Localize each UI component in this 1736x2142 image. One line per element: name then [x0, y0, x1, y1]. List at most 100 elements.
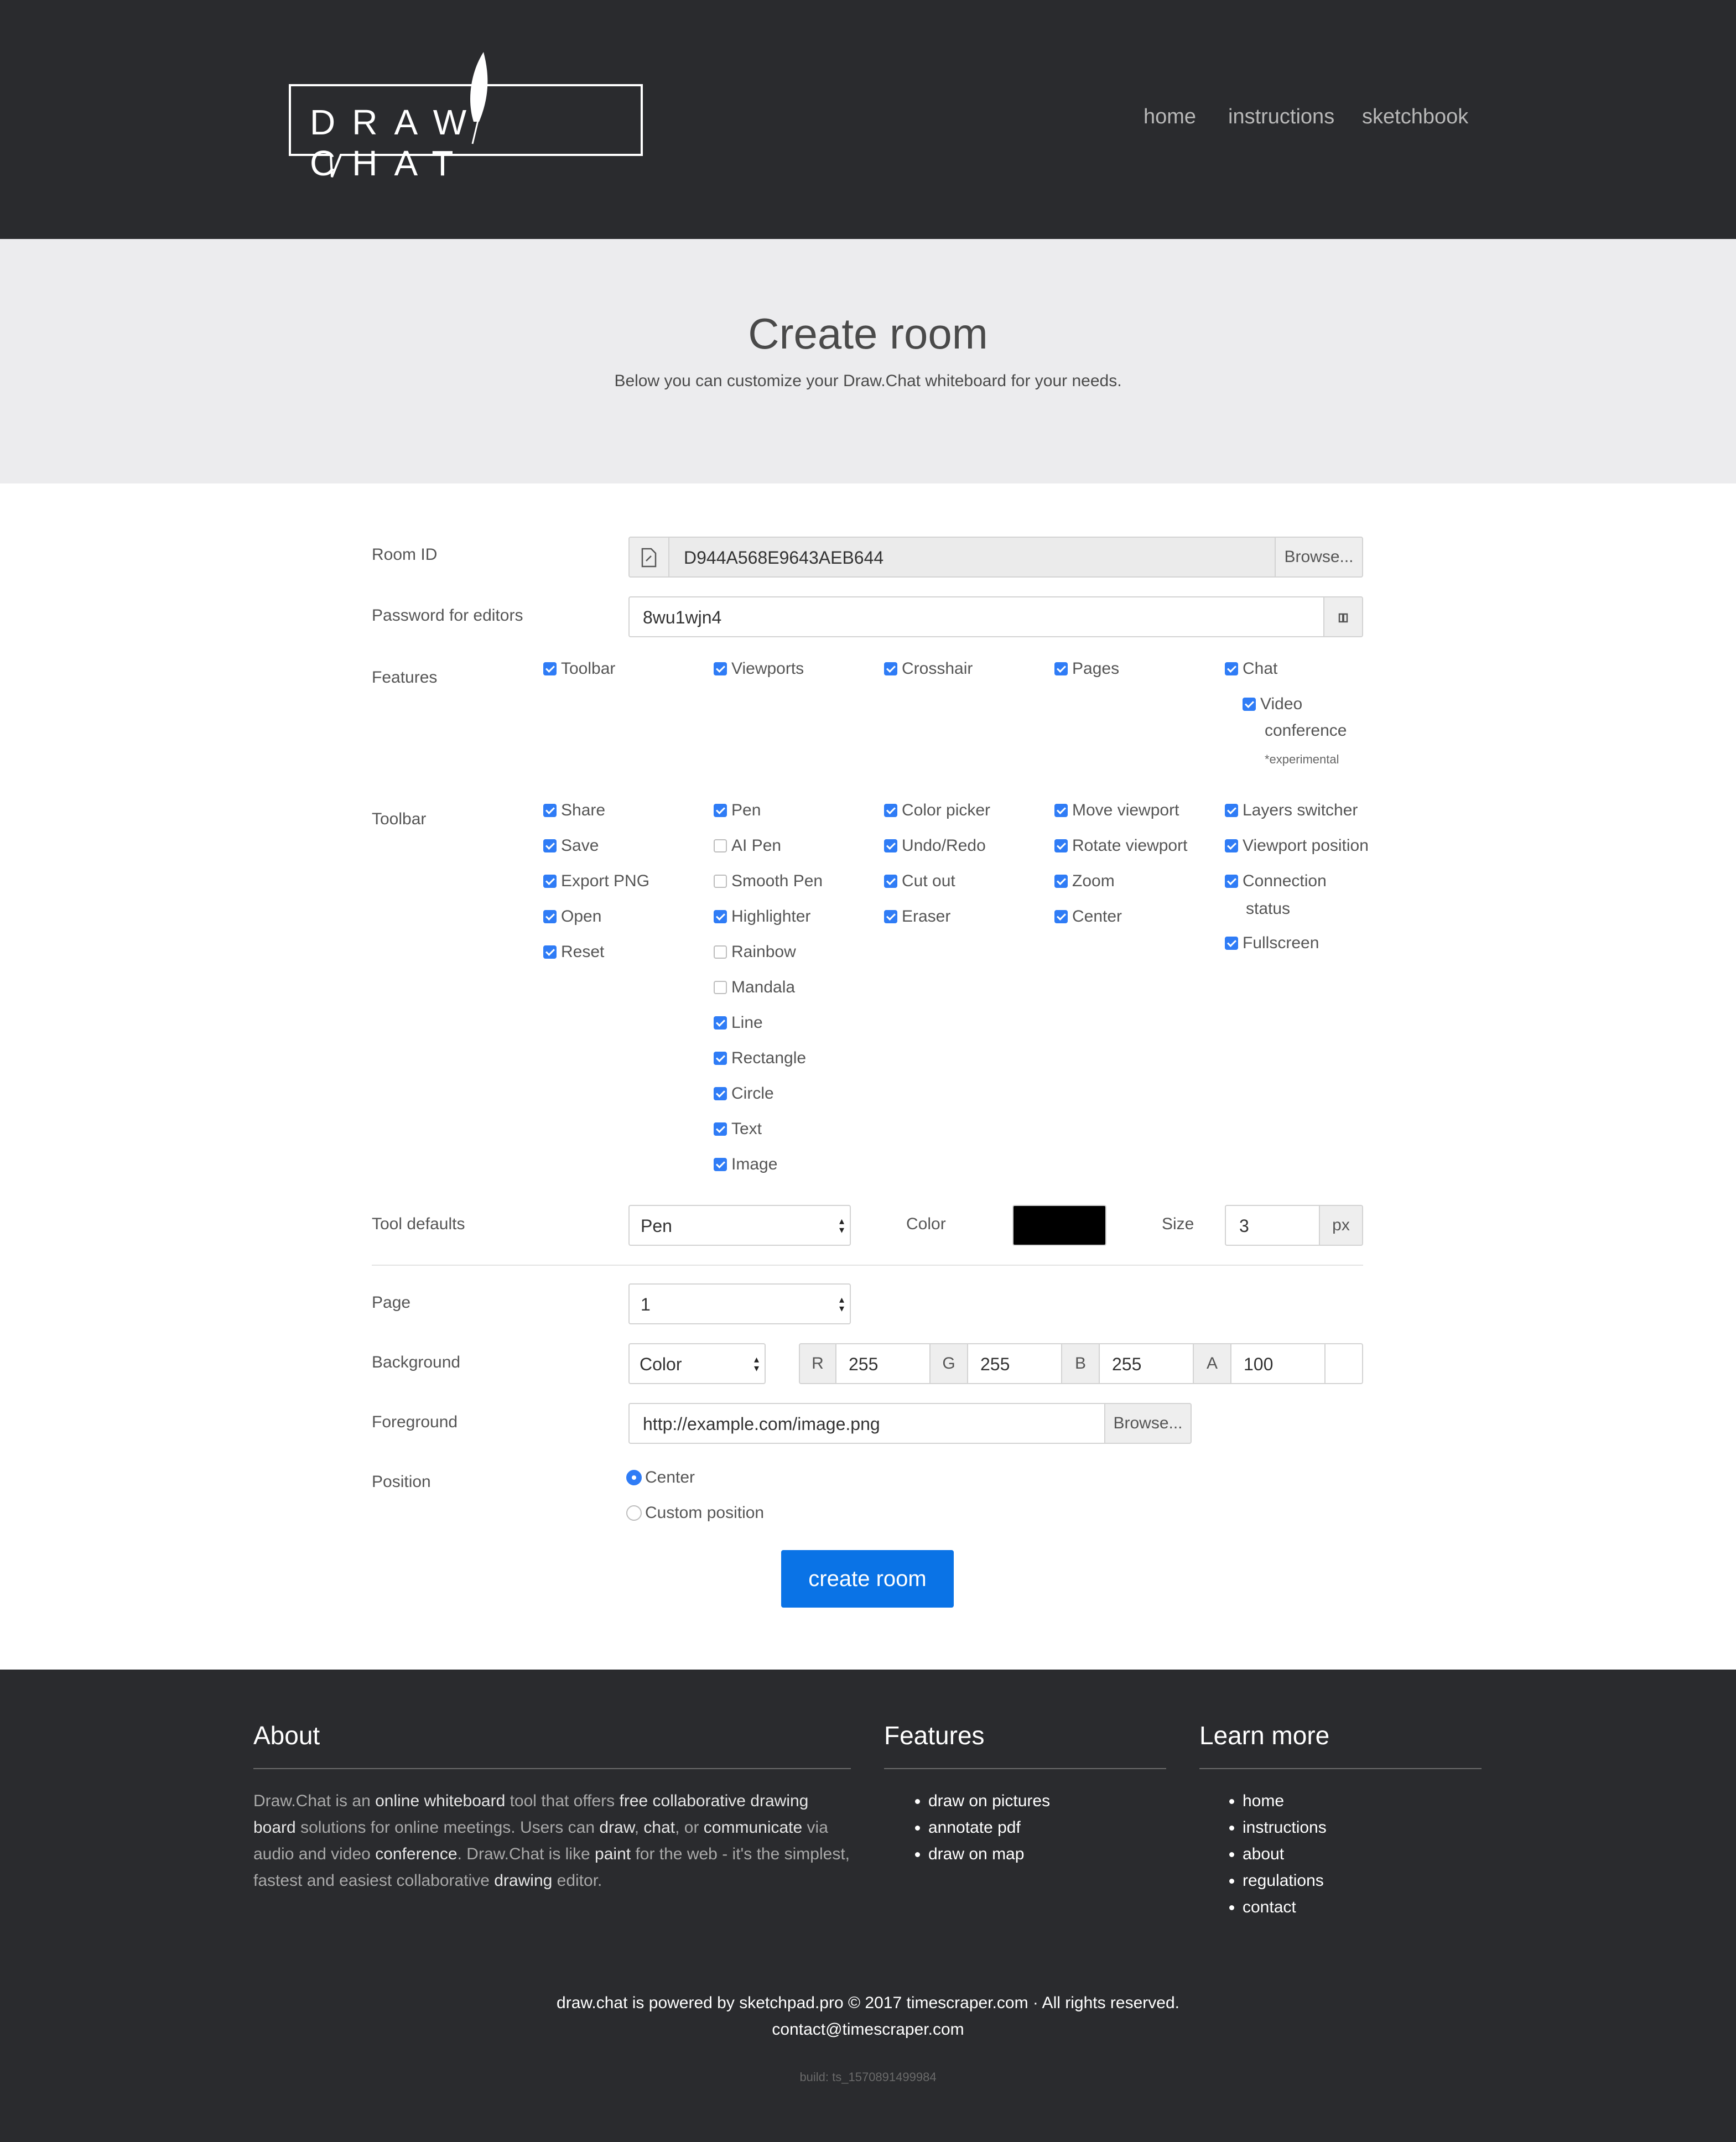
checkbox-checked-icon[interactable]	[714, 804, 727, 817]
background-b-input[interactable]: 255	[1099, 1343, 1194, 1384]
generate-password-button[interactable]	[1323, 596, 1363, 637]
checkbox-checked-icon[interactable]	[714, 1158, 727, 1171]
checkbox-unchecked-icon[interactable]	[714, 945, 727, 959]
toolbar-option-highlighter[interactable]: Highlighter	[714, 907, 810, 926]
footer-link-annotate-pdf[interactable]: annotate pdf	[928, 1815, 1050, 1841]
checkbox-checked-icon[interactable]	[884, 804, 897, 817]
toolbar-option-undo-redo[interactable]: Undo/Redo	[884, 836, 986, 855]
feature-video-conference[interactable]: Video	[1243, 695, 1302, 714]
checkbox-checked-icon[interactable]	[1054, 804, 1068, 817]
checkbox-unchecked-icon[interactable]	[714, 981, 727, 994]
toolbar-option-mandala[interactable]: Mandala	[714, 978, 795, 997]
toolbar-option-color-picker[interactable]: Color picker	[884, 801, 990, 820]
checkbox-checked-icon[interactable]	[714, 1016, 727, 1030]
radio-selected-icon[interactable]	[626, 1470, 642, 1485]
toolbar-option-rotate-viewport[interactable]: Rotate viewport	[1054, 836, 1187, 855]
toolbar-option-save[interactable]: Save	[543, 836, 599, 855]
checkbox-checked-icon[interactable]	[884, 910, 897, 923]
checkbox-checked-icon[interactable]	[714, 1052, 727, 1065]
toolbar-layers-switcher[interactable]: Layers switcher	[1225, 801, 1358, 820]
footer-link-instructions[interactable]: instructions	[1243, 1815, 1327, 1841]
default-tool-select[interactable]: Pen ▴ ▾	[628, 1205, 851, 1246]
foreground-url-input[interactable]: http://example.com/image.png	[628, 1403, 1105, 1444]
toolbar-option-rainbow[interactable]: Rainbow	[714, 943, 796, 961]
default-size-input[interactable]: 3	[1225, 1205, 1320, 1246]
toolbar-option-rectangle[interactable]: Rectangle	[714, 1049, 806, 1068]
checkbox-checked-icon[interactable]	[1225, 937, 1238, 950]
checkbox-unchecked-icon[interactable]	[714, 875, 727, 888]
checkbox-checked-icon[interactable]	[884, 875, 897, 888]
footer-link-draw-on-map[interactable]: draw on map	[928, 1841, 1050, 1868]
toolbar-viewport-position[interactable]: Viewport position	[1225, 836, 1369, 855]
checkbox-checked-icon[interactable]	[714, 910, 727, 923]
contact-email-link[interactable]: contact@timescraper.com	[0, 2020, 1736, 2039]
checkbox-checked-icon[interactable]	[1225, 839, 1238, 852]
toolbar-connection-status[interactable]: Connection	[1225, 872, 1327, 891]
footer-link-draw-on-pictures[interactable]: draw on pictures	[928, 1788, 1050, 1815]
feature-toolbar[interactable]: Toolbar	[543, 659, 615, 678]
nav-home[interactable]: home	[1144, 105, 1196, 129]
create-room-button[interactable]: create room	[781, 1550, 954, 1608]
nav-instructions[interactable]: instructions	[1228, 105, 1334, 129]
footer-link-about[interactable]: about	[1243, 1841, 1327, 1868]
checkbox-checked-icon[interactable]	[884, 662, 897, 675]
checkbox-checked-icon[interactable]	[1054, 910, 1068, 923]
checkbox-checked-icon[interactable]	[1054, 875, 1068, 888]
footer-link-home[interactable]: home	[1243, 1788, 1327, 1815]
toolbar-option-ai-pen[interactable]: AI Pen	[714, 836, 781, 855]
toolbar-option-image[interactable]: Image	[714, 1155, 777, 1174]
toolbar-option-share[interactable]: Share	[543, 801, 605, 820]
checkbox-checked-icon[interactable]	[1054, 839, 1068, 852]
drawchat-logo[interactable]: DRAW CHAT	[288, 51, 653, 183]
checkbox-checked-icon[interactable]	[543, 875, 557, 888]
nav-sketchbook[interactable]: sketchbook	[1362, 105, 1468, 129]
toolbar-option-cut-out[interactable]: Cut out	[884, 872, 955, 891]
feature-viewports[interactable]: Viewports	[714, 659, 804, 678]
checkbox-checked-icon[interactable]	[543, 839, 557, 852]
checkbox-unchecked-icon[interactable]	[714, 839, 727, 852]
background-r-input[interactable]: 255	[835, 1343, 931, 1384]
toolbar-option-eraser[interactable]: Eraser	[884, 907, 950, 926]
foreground-browse-button[interactable]: Browse...	[1104, 1403, 1192, 1444]
toolbar-option-circle[interactable]: Circle	[714, 1084, 774, 1103]
checkbox-checked-icon[interactable]	[543, 662, 557, 675]
toolbar-option-line[interactable]: Line	[714, 1013, 763, 1032]
checkbox-checked-icon[interactable]	[1225, 804, 1238, 817]
position-center-radio[interactable]: Center	[626, 1468, 695, 1487]
checkbox-checked-icon[interactable]	[543, 804, 557, 817]
checkbox-checked-icon[interactable]	[714, 662, 727, 675]
checkbox-checked-icon[interactable]	[1243, 698, 1256, 711]
default-color-picker[interactable]	[1012, 1205, 1106, 1246]
footer-link-contact[interactable]: contact	[1243, 1894, 1327, 1921]
footer-link-regulations[interactable]: regulations	[1243, 1868, 1327, 1894]
toolbar-option-reset[interactable]: Reset	[543, 943, 604, 961]
checkbox-checked-icon[interactable]	[1225, 875, 1238, 888]
room-id-browse-button[interactable]: Browse...	[1275, 537, 1363, 578]
background-color-preview[interactable]	[1324, 1343, 1363, 1384]
background-a-input[interactable]: 100	[1230, 1343, 1326, 1384]
toolbar-option-text[interactable]: Text	[714, 1120, 762, 1138]
checkbox-checked-icon[interactable]	[543, 945, 557, 959]
background-g-input[interactable]: 255	[967, 1343, 1062, 1384]
feature-crosshair[interactable]: Crosshair	[884, 659, 973, 678]
page-select[interactable]: 1 ▴ ▾	[628, 1283, 851, 1324]
toolbar-option-export-png[interactable]: Export PNG	[543, 872, 649, 891]
toolbar-option-smooth-pen[interactable]: Smooth Pen	[714, 872, 823, 891]
checkbox-checked-icon[interactable]	[884, 839, 897, 852]
checkbox-checked-icon[interactable]	[1054, 662, 1068, 675]
toolbar-fullscreen[interactable]: Fullscreen	[1225, 934, 1319, 953]
position-custom-radio[interactable]: Custom position	[626, 1504, 764, 1522]
toolbar-option-move-viewport[interactable]: Move viewport	[1054, 801, 1179, 820]
background-mode-select[interactable]: Color ▴ ▾	[628, 1343, 766, 1384]
toolbar-option-zoom[interactable]: Zoom	[1054, 872, 1115, 891]
feature-pages[interactable]: Pages	[1054, 659, 1119, 678]
password-input[interactable]: 8wu1wjn4	[628, 596, 1324, 637]
checkbox-checked-icon[interactable]	[1225, 662, 1238, 675]
toolbar-option-open[interactable]: Open	[543, 907, 601, 926]
checkbox-checked-icon[interactable]	[714, 1087, 727, 1100]
toolbar-option-center[interactable]: Center	[1054, 907, 1122, 926]
checkbox-checked-icon[interactable]	[714, 1122, 727, 1136]
toolbar-option-pen[interactable]: Pen	[714, 801, 761, 820]
feature-chat[interactable]: Chat	[1225, 659, 1277, 678]
checkbox-checked-icon[interactable]	[543, 910, 557, 923]
